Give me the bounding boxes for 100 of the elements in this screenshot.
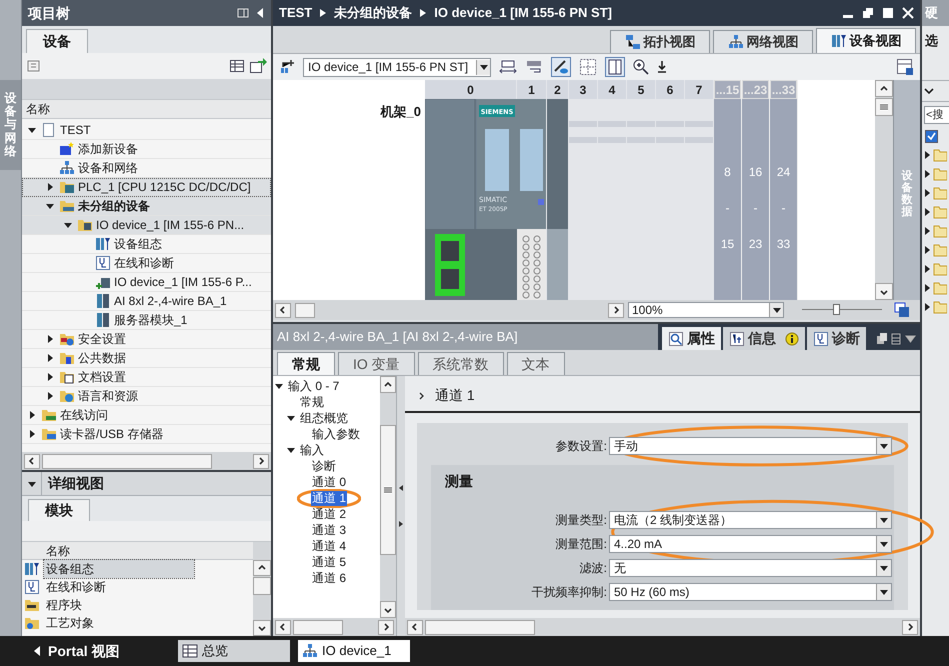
nav-item[interactable]: 组态概览 <box>299 410 349 426</box>
scroll-down-button[interactable] <box>875 283 893 300</box>
taskbar-item[interactable]: 总览 <box>178 640 290 662</box>
restore-icon[interactable] <box>862 7 874 19</box>
close-icon[interactable] <box>902 7 914 19</box>
scroll-right-button[interactable] <box>253 454 269 468</box>
add-item-icon[interactable] <box>26 58 42 74</box>
scroll-up-button[interactable] <box>875 80 893 97</box>
scroll-right-button[interactable] <box>902 620 918 635</box>
list-item[interactable]: 在线和诊断 <box>22 578 253 596</box>
nav-item[interactable]: 诊断 <box>311 458 337 474</box>
expand-toggle-icon[interactable] <box>925 302 930 310</box>
download-icon[interactable] <box>657 60 667 74</box>
inspector-subtab[interactable]: 文本 <box>506 352 565 375</box>
inspector-tab[interactable]: 属性 <box>662 327 721 350</box>
expand-toggle-icon[interactable] <box>925 246 930 254</box>
expand-toggle-icon[interactable] <box>925 188 930 196</box>
scrollbar-thumb[interactable] <box>295 302 315 318</box>
column-header[interactable]: 名称 <box>26 100 50 118</box>
tree-item[interactable]: 设备组态 <box>22 235 271 254</box>
inspector-subtab[interactable]: IO 变量 <box>338 352 415 375</box>
scroll-left-button[interactable] <box>24 454 40 468</box>
dropdown-field[interactable]: 50 Hz (60 ms) <box>609 583 892 602</box>
collapse-chevron-icon[interactable] <box>924 86 934 96</box>
scrollbar-thumb[interactable] <box>380 425 396 555</box>
tree-item[interactable]: 服务器模块_1 <box>22 311 271 330</box>
expand-toggle-icon[interactable] <box>46 392 54 400</box>
panel-icon[interactable] <box>605 57 625 77</box>
slider-thumb[interactable] <box>832 304 840 315</box>
scrollbar-thumb[interactable] <box>293 620 343 634</box>
scrollbar-thumb[interactable] <box>875 98 893 116</box>
scroll-right-button[interactable] <box>608 302 624 318</box>
panel-tab[interactable]: 模块 <box>28 499 90 521</box>
io-module-drawing[interactable] <box>517 99 546 300</box>
grid-icon[interactable] <box>579 58 597 76</box>
scrollbar-thumb[interactable] <box>42 454 212 468</box>
tree-item[interactable]: PLC_1 [CPU 1215C DC/DC/DC] <box>22 178 271 197</box>
expand-toggle-icon[interactable] <box>46 183 54 191</box>
tree-item[interactable]: 在线和诊断 <box>22 254 271 273</box>
tree-item[interactable]: 读卡器/USB 存储器 <box>22 425 271 444</box>
tree-item[interactable]: 在线访问 <box>22 406 271 425</box>
scroll-up-button[interactable] <box>380 376 396 393</box>
tree-item[interactable]: 未分组的设备 <box>22 197 271 216</box>
panel-tab[interactable]: 设备 <box>26 29 88 53</box>
search-field[interactable]: <搜 <box>924 106 949 124</box>
nav-item[interactable]: 通道 2 <box>311 506 348 522</box>
list-item[interactable]: 工艺对象 <box>22 614 253 632</box>
collapse-icon[interactable] <box>255 7 265 19</box>
view-tab[interactable]: 网络视图 <box>713 30 813 53</box>
zoom-in-icon[interactable] <box>633 59 649 75</box>
inspector-subtab[interactable]: 系统常数 <box>418 352 504 375</box>
expand-toggle-icon[interactable] <box>925 150 930 158</box>
nav-item[interactable]: 输入 0 - 7 <box>287 378 340 394</box>
fit-width-icon[interactable] <box>499 59 517 75</box>
export-icon[interactable] <box>249 58 267 74</box>
expand-toggle-icon[interactable] <box>925 170 930 178</box>
expand-toggle-icon[interactable] <box>46 202 54 210</box>
nav-item[interactable]: 通道 3 <box>311 522 348 538</box>
dropdown-field[interactable]: 电流（2 线制变送器） <box>609 511 892 530</box>
expand-toggle-icon[interactable] <box>46 354 54 362</box>
scrollbar-thumb[interactable] <box>425 620 535 635</box>
expand-right-icon[interactable] <box>399 521 403 527</box>
scrollbar-thumb[interactable] <box>253 577 271 595</box>
scroll-down-button[interactable] <box>380 601 396 618</box>
expand-toggle-icon[interactable] <box>28 430 36 438</box>
expand-toggle-icon[interactable] <box>46 373 54 381</box>
tree-item[interactable]: 文档设置 <box>22 368 271 387</box>
tree-item[interactable]: TEST <box>22 121 271 140</box>
expand-toggle-icon[interactable] <box>287 414 295 422</box>
scroll-down-button[interactable] <box>253 620 271 636</box>
panel-tab[interactable]: 选 <box>925 31 938 51</box>
nav-item[interactable]: 通道 6 <box>311 570 348 586</box>
expand-toggle-icon[interactable] <box>925 208 930 216</box>
scroll-left-button[interactable] <box>275 302 291 318</box>
dropdown-field[interactable]: 无 <box>609 559 892 578</box>
inspector-subtab[interactable]: 常规 <box>277 352 335 375</box>
scroll-left-button[interactable] <box>275 620 291 634</box>
tree-item[interactable]: 安全设置 <box>22 330 271 349</box>
nav-item[interactable]: 输入 <box>299 442 325 458</box>
tree-item[interactable]: AI 8xl 2-,4-wire BA_1 <box>22 292 271 311</box>
nav-item[interactable]: 通道 5 <box>311 554 348 570</box>
zoom-dropdown[interactable]: 100% <box>628 302 784 318</box>
inspector-tab[interactable]: 诊断 <box>807 327 866 350</box>
dropdown-field[interactable]: 4..20 mA <box>609 535 892 554</box>
show-labels-icon[interactable] <box>551 57 571 77</box>
filter-checkbox[interactable] <box>925 130 938 142</box>
nav-item[interactable]: 常规 <box>299 394 325 410</box>
tree-item[interactable]: IO device_1 [IM 155-6 PN... <box>22 216 271 235</box>
scroll-right-button[interactable] <box>378 620 394 634</box>
breadcrumb-item[interactable]: IO device_1 [IM 155-6 PN ST] <box>434 3 612 23</box>
table-view-icon[interactable] <box>229 58 245 74</box>
tree-item[interactable]: 语言和资源 <box>22 387 271 406</box>
tree-item[interactable]: 添加新设备 <box>22 140 271 159</box>
breadcrumb-item[interactable]: 未分组的设备 <box>334 3 412 23</box>
expand-toggle-icon[interactable] <box>28 411 36 419</box>
breadcrumb-item[interactable]: TEST <box>279 3 312 23</box>
expand-toggle-icon[interactable] <box>46 335 54 343</box>
scroll-left-button[interactable] <box>407 620 423 635</box>
expand-toggle-icon[interactable] <box>925 264 930 272</box>
panel-layout-icon[interactable] <box>237 7 249 19</box>
